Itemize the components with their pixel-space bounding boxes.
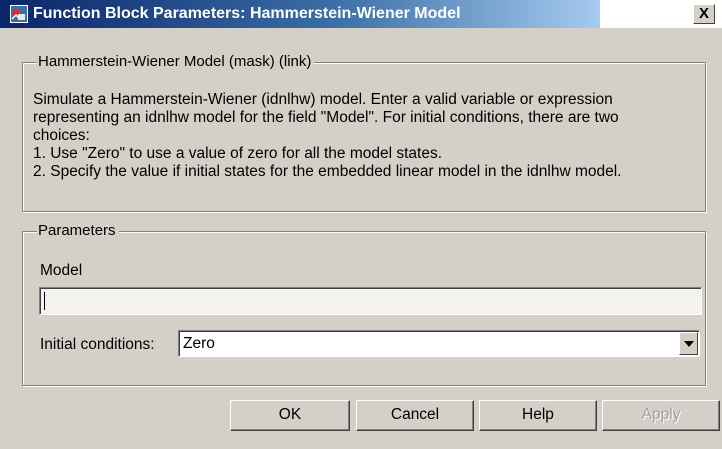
cancel-button[interactable]: Cancel <box>356 400 474 431</box>
initial-conditions-dropdown[interactable]: Zero <box>178 330 700 357</box>
help-button[interactable]: Help <box>479 400 597 431</box>
model-label: Model <box>40 262 83 279</box>
close-icon: X <box>698 5 709 22</box>
description-line: Simulate a Hammerstein-Wiener (idnlhw) m… <box>33 91 613 108</box>
initial-conditions-label: Initial conditions: <box>40 336 155 353</box>
chevron-down-icon[interactable] <box>679 332 698 355</box>
model-input[interactable] <box>39 287 702 315</box>
simulink-block-icon <box>10 5 28 23</box>
close-button[interactable]: X <box>693 4 715 24</box>
description-line: 2. Specify the value if initial states f… <box>33 163 622 180</box>
initial-conditions-value: Zero <box>183 335 215 352</box>
parameters-group-label: Parameters <box>37 222 119 240</box>
description-line: choices: <box>33 127 90 144</box>
ok-button[interactable]: OK <box>230 400 350 431</box>
description-text: Simulate a Hammerstein-Wiener (idnlhw) m… <box>33 91 713 181</box>
title-bar[interactable]: Function Block Parameters: Hammerstein-W… <box>0 0 722 28</box>
text-caret <box>44 292 45 310</box>
apply-button[interactable]: Apply <box>602 400 720 431</box>
window-title: Function Block Parameters: Hammerstein-W… <box>33 5 461 22</box>
description-line: 1. Use "Zero" to use a value of zero for… <box>33 145 443 162</box>
dialog-window: Function Block Parameters: Hammerstein-W… <box>0 0 722 449</box>
description-line: representing an idnlhw model for the fie… <box>33 109 619 126</box>
description-group-label: Hammerstein-Wiener Model (mask) (link) <box>37 53 315 71</box>
description-group: Hammerstein-Wiener Model (mask) (link) S… <box>22 53 706 212</box>
